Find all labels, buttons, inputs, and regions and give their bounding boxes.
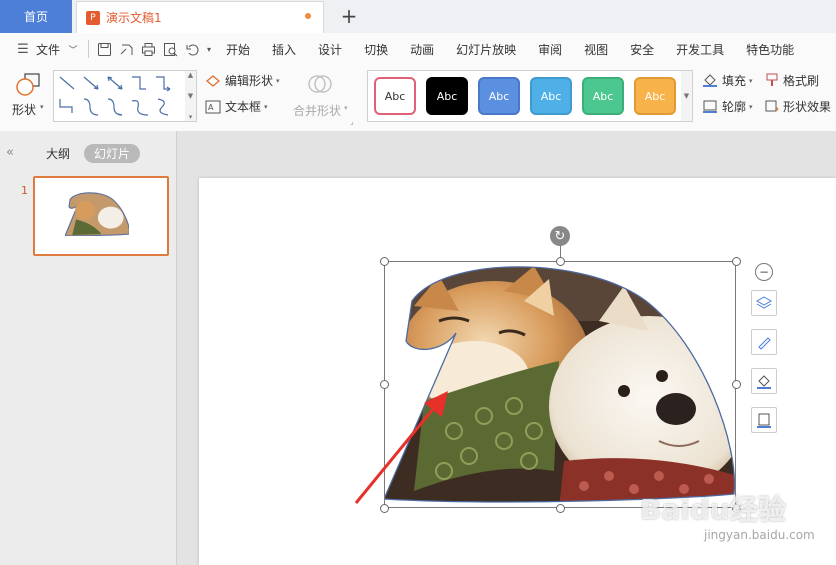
style-preset-2[interactable]: Abc xyxy=(426,77,468,115)
edit-shape-icon xyxy=(205,74,221,87)
home-tab[interactable]: 首页 xyxy=(0,0,72,33)
menu-slideshow[interactable]: 幻灯片放映 xyxy=(445,41,527,58)
menu-bar: ☰ 文件 ﹀ ▾ 开始 插入 设计 切换 动画 幻灯片放映 审阅 视图 安全 开… xyxy=(0,33,836,65)
resize-handle-top-right[interactable] xyxy=(732,257,741,266)
chevron-down-icon: ▾ xyxy=(264,102,268,111)
menu-security[interactable]: 安全 xyxy=(619,41,665,58)
menu-insert[interactable]: 插入 xyxy=(261,41,307,58)
outline-icon xyxy=(703,100,717,113)
line-shapes-icon xyxy=(59,76,171,116)
menu-design[interactable]: 设计 xyxy=(307,41,353,58)
chevron-down-icon: ▾ xyxy=(40,103,44,111)
text-box-label: 文本框 xyxy=(225,100,262,114)
slide-thumbnail[interactable] xyxy=(33,176,169,256)
slide-number: 1 xyxy=(21,184,28,197)
scroll-up-icon[interactable]: ▲ xyxy=(188,71,193,79)
outline-button[interactable]: 轮廓 ▾ xyxy=(702,98,753,115)
style-preset-5[interactable]: Abc xyxy=(582,77,624,115)
fill-label: 填充 xyxy=(722,74,747,88)
outline-label: 轮廓 xyxy=(722,100,747,114)
menu-special-features[interactable]: 特色功能 xyxy=(735,41,805,58)
ribbon-toolbar: 形状 ▾ ▲ ▼ ▾ 编辑形状 ▾ A 文本框 ▾ 合并形状 ▾ ⌟ Abc A… xyxy=(0,65,836,132)
new-tab-button[interactable]: + xyxy=(338,4,360,28)
style-preset-6[interactable]: Abc xyxy=(634,77,676,115)
menu-transition[interactable]: 切换 xyxy=(353,41,399,58)
menu-developer[interactable]: 开发工具 xyxy=(665,41,735,58)
layers-icon[interactable] xyxy=(751,290,777,316)
fill-bucket-icon xyxy=(703,74,717,87)
dialog-launcher-icon[interactable]: ⌟ xyxy=(350,117,354,126)
chevron-down-icon: ▾ xyxy=(276,76,280,85)
style-preset-1[interactable]: Abc xyxy=(374,77,416,115)
red-arrow-annotation xyxy=(354,391,448,504)
pen-icon[interactable] xyxy=(751,329,777,355)
text-box-button[interactable]: A 文本框 ▾ xyxy=(205,98,268,115)
shape-effect-icon xyxy=(765,100,779,112)
separator xyxy=(88,40,90,58)
menu-animation[interactable]: 动画 xyxy=(399,41,445,58)
merge-shape-icon xyxy=(308,75,332,93)
watermark-logo: Baidu经验 xyxy=(640,493,786,526)
presentation-icon: P xyxy=(86,10,100,25)
unsaved-dot-icon xyxy=(305,13,311,19)
resize-handle-bottom[interactable] xyxy=(556,504,565,513)
watermark-url: jingyan.baidu.com xyxy=(704,528,815,542)
style-preset-4[interactable]: Abc xyxy=(530,77,572,115)
print-icon[interactable] xyxy=(137,38,159,60)
document-title: 演示文稿1 xyxy=(106,11,162,25)
resize-handle-top[interactable] xyxy=(556,257,565,266)
hamburger-menu-icon[interactable]: ☰ xyxy=(12,38,34,60)
print-preview-icon[interactable] xyxy=(159,38,181,60)
merge-shape-button[interactable]: 合并形状 ▾ xyxy=(292,70,352,120)
merge-shape-label: 合并形状 xyxy=(293,104,342,118)
resize-handle-right[interactable] xyxy=(732,380,741,389)
line-shapes-gallery[interactable] xyxy=(53,70,187,122)
menu-review[interactable]: 审阅 xyxy=(527,41,573,58)
rotate-handle-icon[interactable]: ↻ xyxy=(550,226,570,246)
collapse-toolbar-icon[interactable]: − xyxy=(755,263,773,281)
thumbnail-dog-shape xyxy=(65,192,129,236)
style-preset-3[interactable]: Abc xyxy=(478,77,520,115)
menu-start[interactable]: 开始 xyxy=(215,41,261,58)
shape-effect-label: 形状效果 xyxy=(783,100,832,114)
slides-tab[interactable]: 幻灯片 xyxy=(84,144,140,163)
shape-outline-icon[interactable] xyxy=(751,407,777,433)
edit-shape-button[interactable]: 编辑形状 ▾ xyxy=(205,72,280,89)
export-icon[interactable] xyxy=(115,38,137,60)
shape-style-gallery[interactable]: Abc Abc Abc Abc Abc Abc xyxy=(367,70,683,122)
format-brush-label: 格式刷 xyxy=(783,74,820,88)
svg-text:A: A xyxy=(208,103,214,112)
fill-button[interactable]: 填充 ▾ xyxy=(702,72,753,89)
shape-label: 形状 xyxy=(12,103,37,117)
expand-gallery-icon[interactable]: ▾ xyxy=(189,113,193,121)
chevron-down-icon[interactable]: ﹀ xyxy=(62,38,84,60)
save-icon[interactable] xyxy=(93,38,115,60)
shape-button[interactable]: 形状 ▾ xyxy=(10,69,46,117)
text-box-icon: A xyxy=(205,100,221,113)
style-gallery-scroll[interactable]: ▼ xyxy=(681,70,693,122)
format-brush-button[interactable]: 格式刷 xyxy=(764,72,819,89)
resize-handle-top-left[interactable] xyxy=(380,257,389,266)
chevron-down-icon: ▾ xyxy=(749,102,753,111)
format-brush-icon xyxy=(766,73,778,86)
file-menu[interactable]: 文件 xyxy=(34,41,62,58)
edit-shape-label: 编辑形状 xyxy=(225,74,274,88)
shape-icon xyxy=(16,73,40,96)
shape-effect-button[interactable]: 形状效果 xyxy=(764,98,831,115)
undo-dropdown-icon[interactable]: ▾ xyxy=(203,38,215,60)
scroll-down-icon[interactable]: ▼ xyxy=(188,92,193,100)
expand-gallery-icon[interactable]: ▼ xyxy=(684,92,689,100)
document-tab[interactable]: P 演示文稿1 xyxy=(76,1,324,33)
chevron-down-icon: ▾ xyxy=(344,104,348,112)
collapse-panel-icon[interactable]: « xyxy=(6,145,14,160)
undo-icon[interactable] xyxy=(181,38,203,60)
menu-view[interactable]: 视图 xyxy=(573,41,619,58)
outline-tab[interactable]: 大纲 xyxy=(46,145,70,162)
gallery-scroll-buttons[interactable]: ▲ ▼ ▾ xyxy=(185,70,197,122)
chevron-down-icon: ▾ xyxy=(749,76,753,85)
fill-bucket-icon[interactable] xyxy=(751,368,777,394)
